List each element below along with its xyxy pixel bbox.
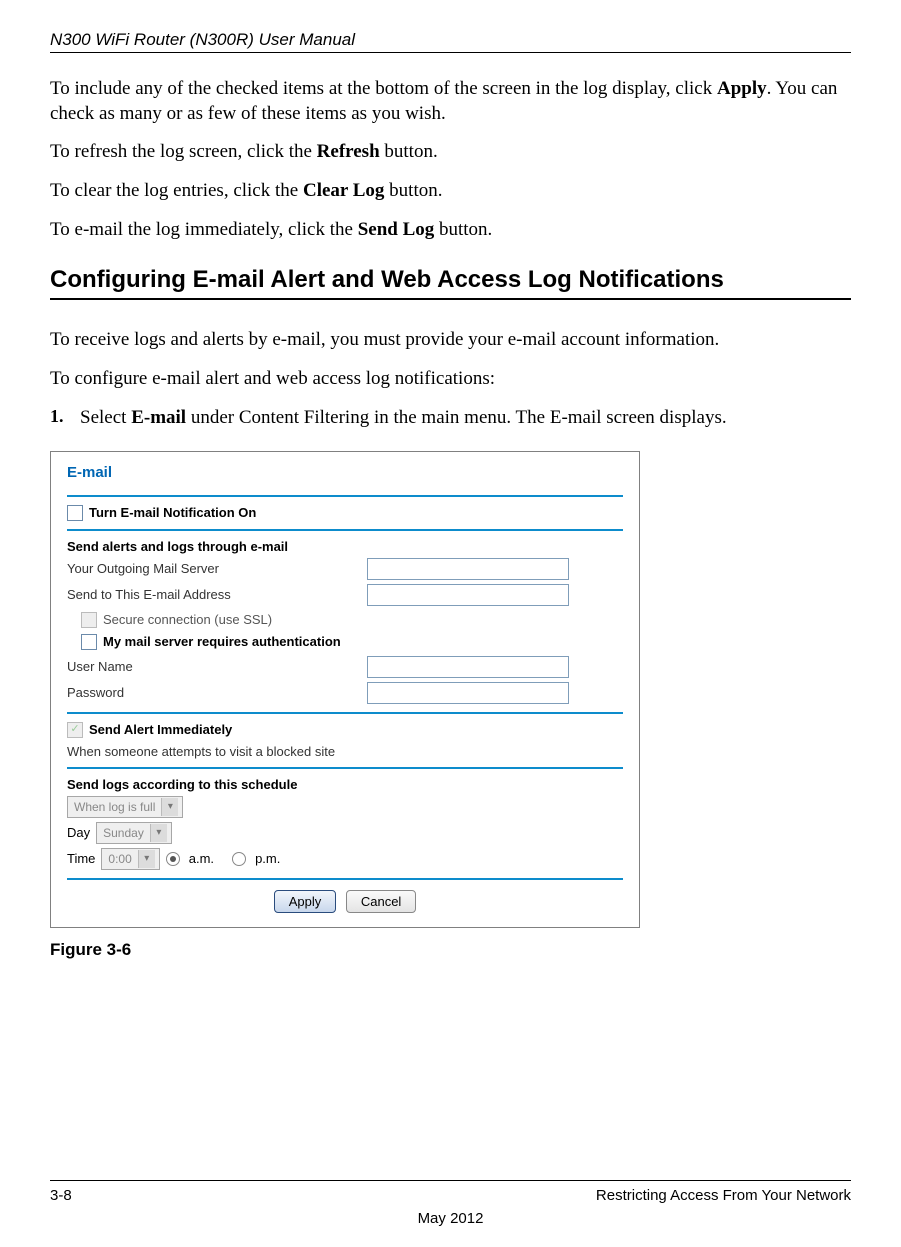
bold-clearlog: Clear Log — [303, 180, 384, 201]
radio-dot-icon — [170, 856, 176, 862]
checkbox-label: Secure connection (use SSL) — [103, 612, 272, 627]
select-value: 0:00 — [108, 852, 131, 866]
send-alerts-heading: Send alerts and logs through e-mail — [67, 539, 623, 554]
text: To include any of the checked items at t… — [50, 78, 717, 99]
checkbox-auth-row[interactable]: My mail server requires authentication — [81, 634, 623, 650]
checkbox-icon[interactable] — [81, 612, 97, 628]
divider — [67, 529, 623, 531]
router-page-title: E-mail — [67, 464, 623, 481]
apply-button[interactable]: Apply — [274, 890, 337, 913]
schedule-select[interactable]: When log is full ▾ — [67, 796, 183, 818]
day-label: Day — [67, 825, 90, 840]
divider — [67, 495, 623, 497]
bold-email: E-mail — [131, 407, 186, 428]
password-label: Password — [67, 685, 367, 700]
checkbox-label: Turn E-mail Notification On — [89, 505, 256, 520]
running-header: N300 WiFi Router (N300R) User Manual — [50, 30, 851, 50]
checkbox-label: Send Alert Immediately — [89, 722, 232, 737]
header-rule — [50, 52, 851, 53]
time-label: Time — [67, 851, 95, 866]
figure-caption: Figure 3-6 — [50, 940, 851, 960]
outgoing-server-row: Your Outgoing Mail Server — [67, 558, 623, 580]
paragraph-configure: To configure e-mail alert and web access… — [50, 367, 851, 392]
bold-refresh: Refresh — [317, 141, 380, 162]
outgoing-server-label: Your Outgoing Mail Server — [67, 561, 367, 576]
divider — [67, 878, 623, 880]
text: To clear the log entries, click the — [50, 180, 303, 201]
divider — [67, 767, 623, 769]
schedule-select-row: When log is full ▾ — [67, 796, 623, 818]
text: under Content Filtering in the main menu… — [186, 407, 727, 428]
paragraph-apply: To include any of the checked items at t… — [50, 77, 851, 126]
section-title: Configuring E-mail Alert and Web Access … — [50, 266, 851, 294]
sendto-input[interactable] — [367, 584, 569, 606]
schedule-heading: Send logs according to this schedule — [67, 777, 623, 792]
outgoing-server-input[interactable] — [367, 558, 569, 580]
checkbox-turn-on-row[interactable]: Turn E-mail Notification On — [67, 505, 623, 521]
bold-apply: Apply — [717, 78, 767, 99]
paragraph-sendlog: To e-mail the log immediately, click the… — [50, 218, 851, 243]
day-row: Day Sunday ▾ — [67, 822, 623, 844]
text: To refresh the log screen, click the — [50, 141, 317, 162]
paragraph-intro: To receive logs and alerts by e-mail, yo… — [50, 328, 851, 353]
footer-date: May 2012 — [50, 1210, 851, 1227]
am-label: a.m. — [189, 851, 214, 866]
alert-when-text: When someone attempts to visit a blocked… — [67, 744, 623, 759]
time-select[interactable]: 0:00 ▾ — [101, 848, 159, 870]
text: button. — [434, 219, 492, 240]
divider — [67, 712, 623, 714]
checkbox-ssl-row[interactable]: Secure connection (use SSL) — [81, 612, 623, 628]
checkbox-icon[interactable] — [67, 505, 83, 521]
username-row: User Name — [67, 656, 623, 678]
chevron-down-icon: ▾ — [138, 850, 155, 868]
paragraph-clearlog: To clear the log entries, click the Clea… — [50, 179, 851, 204]
section-rule — [50, 298, 851, 300]
username-input[interactable] — [367, 656, 569, 678]
sendto-row: Send to This E-mail Address — [67, 584, 623, 606]
text: To e-mail the log immediately, click the — [50, 219, 358, 240]
text: Select — [80, 407, 131, 428]
checkbox-label: My mail server requires authentication — [103, 634, 341, 649]
username-label: User Name — [67, 659, 367, 674]
select-value: Sunday — [103, 826, 144, 840]
chapter-title: Restricting Access From Your Network — [596, 1187, 851, 1204]
step-number: 1. — [50, 406, 80, 431]
password-row: Password — [67, 682, 623, 704]
cancel-button[interactable]: Cancel — [346, 890, 416, 913]
router-email-screenshot: E-mail Turn E-mail Notification On Send … — [50, 451, 640, 928]
checkbox-alert-immediate-row[interactable]: ✓ Send Alert Immediately — [67, 722, 623, 738]
radio-am[interactable] — [166, 852, 180, 866]
chevron-down-icon: ▾ — [161, 798, 178, 816]
select-value: When log is full — [74, 800, 155, 814]
chevron-down-icon: ▾ — [150, 824, 167, 842]
text: button. — [380, 141, 438, 162]
password-input[interactable] — [367, 682, 569, 704]
time-row: Time 0:00 ▾ a.m. p.m. — [67, 848, 623, 870]
radio-pm[interactable] — [232, 852, 246, 866]
step-1: 1. Select E-mail under Content Filtering… — [50, 406, 851, 431]
paragraph-refresh: To refresh the log screen, click the Ref… — [50, 140, 851, 165]
step-text: Select E-mail under Content Filtering in… — [80, 406, 851, 431]
footer-rule — [50, 1180, 851, 1181]
page-number: 3-8 — [50, 1187, 72, 1204]
sendto-label: Send to This E-mail Address — [67, 587, 367, 602]
day-select[interactable]: Sunday ▾ — [96, 822, 172, 844]
checkbox-icon[interactable]: ✓ — [67, 722, 83, 738]
text: button. — [384, 180, 442, 201]
button-row: Apply Cancel — [67, 890, 623, 913]
bold-sendlog: Send Log — [358, 219, 435, 240]
page-footer: 3-8 Restricting Access From Your Network… — [50, 1180, 851, 1227]
pm-label: p.m. — [255, 851, 280, 866]
checkbox-icon[interactable] — [81, 634, 97, 650]
